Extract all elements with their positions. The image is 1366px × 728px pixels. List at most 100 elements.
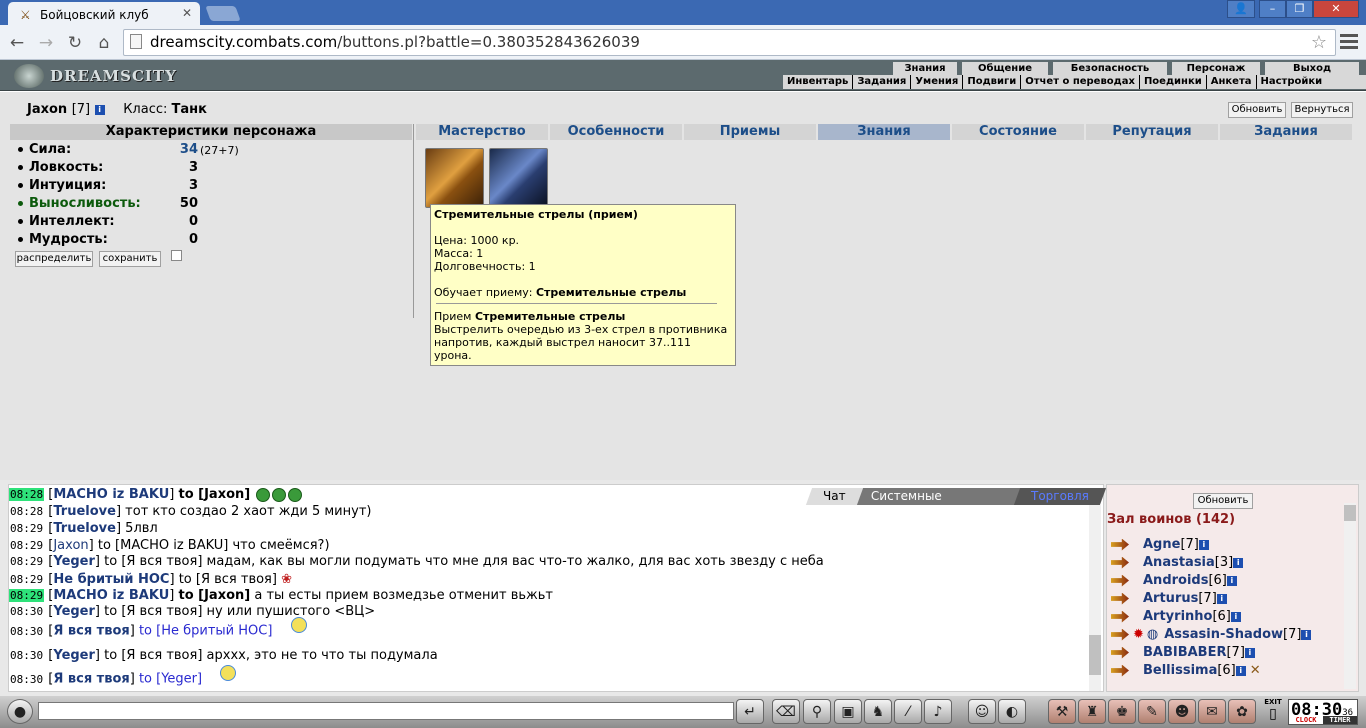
private-message-icon[interactable] xyxy=(1111,538,1129,551)
user-icon[interactable]: 👤 xyxy=(1227,0,1255,18)
mask-icon[interactable]: ☻ xyxy=(1168,699,1196,724)
private-message-icon[interactable] xyxy=(1111,592,1129,605)
tab-features[interactable]: Особенности xyxy=(548,124,682,140)
menu-communication[interactable]: Общение xyxy=(962,62,1048,75)
info-icon[interactable]: i xyxy=(1226,575,1237,586)
userlist-refresh-button[interactable]: Обновить xyxy=(1193,493,1253,509)
hammer-icon[interactable]: ⚒ xyxy=(1048,699,1076,724)
submenu-feats[interactable]: Подвиги xyxy=(963,75,1022,89)
chat-settings-icon[interactable]: ● xyxy=(7,699,33,724)
submenu-profile[interactable]: Анкета xyxy=(1207,75,1257,89)
browser-tab[interactable]: ⚔ Бойцовский клуб ✕ xyxy=(8,2,200,25)
submenu-skills[interactable]: Умения xyxy=(911,75,964,89)
character-name[interactable]: Jaxon xyxy=(27,102,67,117)
private-message-icon[interactable] xyxy=(1111,664,1129,677)
tab-reputation[interactable]: Репутация xyxy=(1084,124,1218,140)
info-icon[interactable]: i xyxy=(1244,647,1255,658)
info-icon[interactable]: i xyxy=(1216,593,1227,604)
tab-techniques[interactable]: Приемы xyxy=(682,124,816,140)
scroll-item-arrows[interactable] xyxy=(425,148,484,208)
menu-exit[interactable]: Выход xyxy=(1265,62,1359,75)
browser-menu-icon[interactable] xyxy=(1340,31,1358,52)
info-icon[interactable]: i xyxy=(1198,539,1209,550)
private-message-icon[interactable] xyxy=(1111,646,1129,659)
private-message-icon[interactable] xyxy=(1111,574,1129,587)
clear-icon[interactable]: ⌫ xyxy=(772,699,800,724)
chat-tab-trade[interactable]: Торговля xyxy=(1014,488,1107,505)
info-icon[interactable]: i xyxy=(1235,665,1246,676)
bookmark-star-icon[interactable]: ☆ xyxy=(1311,30,1327,55)
user-entry[interactable]: BABIBABER [7] i xyxy=(1111,645,1255,660)
address-bar[interactable]: dreamscity.combats.com/buttons.pl?battle… xyxy=(123,29,1336,56)
stats-checkbox[interactable] xyxy=(171,250,182,261)
private-message-icon[interactable] xyxy=(1111,556,1129,569)
walk-icon[interactable]: ♞ xyxy=(864,699,892,724)
chat-tab-system[interactable]: Системные сообщения xyxy=(856,488,1021,520)
chat-tab-chat[interactable]: Чат xyxy=(805,488,863,505)
submenu-settings[interactable]: Настройки xyxy=(1257,75,1327,89)
chat-log[interactable]: Чат Системные сообщения Торговля 08:28 [… xyxy=(8,484,1107,692)
distribute-button[interactable]: распределить xyxy=(15,251,93,267)
clan-icon[interactable]: ♚ xyxy=(1108,699,1136,724)
tooltip-skill-label: Прием xyxy=(434,310,472,323)
stat-agility: Ловкость: 3 xyxy=(18,160,198,175)
submenu-transfers[interactable]: Отчет о переводах xyxy=(1021,75,1140,89)
private-message-icon[interactable] xyxy=(1111,610,1129,623)
user-entry[interactable]: Bellissima [6] i ✕ xyxy=(1111,663,1261,678)
tab-state[interactable]: Состояние xyxy=(950,124,1084,140)
menu-character[interactable]: Персонаж xyxy=(1172,62,1260,75)
back-arrow-icon[interactable]: ← xyxy=(6,33,28,53)
home-icon[interactable]: ⌂ xyxy=(93,33,115,53)
user-entry[interactable]: Agne [7] i xyxy=(1111,537,1209,552)
user-entry[interactable]: Artyrinho [6] i xyxy=(1111,609,1241,624)
forward-arrow-icon[interactable]: → xyxy=(35,33,57,53)
smiles-icon[interactable]: ☺ xyxy=(968,699,996,724)
refresh-button[interactable]: Обновить xyxy=(1228,102,1286,118)
user-entry[interactable]: ✹ ◍ Assasin-Shadow [7] i xyxy=(1111,627,1312,642)
exit-button[interactable]: EXIT ▯ xyxy=(1262,698,1284,724)
main-panel: Jaxon [7] i Класс: Танк Обновить Вернуть… xyxy=(0,92,1366,480)
maximize-button[interactable]: ❐ xyxy=(1286,0,1313,18)
save-button[interactable]: сохранить xyxy=(99,251,161,267)
bag-icon[interactable]: ♜ xyxy=(1078,699,1106,724)
scroll-item-blue[interactable] xyxy=(489,148,548,208)
reload-icon[interactable]: ↻ xyxy=(64,33,86,53)
private-message-icon[interactable] xyxy=(1111,628,1129,641)
tab-close-icon[interactable]: ✕ xyxy=(182,6,192,20)
info-icon[interactable]: i xyxy=(1230,611,1241,622)
scroll-icon[interactable]: ✎ xyxy=(1138,699,1166,724)
user-entry[interactable]: Anastasia [3] i xyxy=(1111,555,1244,570)
tab-mastery[interactable]: Мастерство xyxy=(414,124,548,140)
filter-icon[interactable]: ⚲ xyxy=(803,699,831,724)
menu-knowledge[interactable]: Знания xyxy=(893,62,957,75)
save-log-icon[interactable]: ▣ xyxy=(834,699,862,724)
paw-icon[interactable]: ✿ xyxy=(1228,699,1256,724)
user-entry[interactable]: Arturus [7] i xyxy=(1111,591,1227,606)
clock-tab[interactable]: CLOCK xyxy=(1289,716,1323,724)
translit-icon[interactable]: ⁄ xyxy=(894,699,922,724)
chat-scrollbar[interactable] xyxy=(1089,505,1101,691)
tab-quests[interactable]: Задания xyxy=(1218,124,1352,140)
gift-icon[interactable]: ✉ xyxy=(1198,699,1226,724)
back-button[interactable]: Вернуться xyxy=(1291,102,1353,118)
user-entry[interactable]: Androids [6] i xyxy=(1111,573,1237,588)
door-icon: ▯ xyxy=(1269,706,1277,722)
info-icon[interactable]: i xyxy=(94,104,105,115)
tab-knowledge[interactable]: Знания xyxy=(816,124,950,140)
chat-tabs: Чат Системные сообщения Торговля xyxy=(805,488,1107,520)
userlist-scrollbar[interactable] xyxy=(1344,503,1356,689)
info-icon[interactable]: i xyxy=(1233,557,1244,568)
speaker-icon[interactable]: ◐ xyxy=(998,699,1026,724)
sound-icon[interactable]: ♪ xyxy=(924,699,952,724)
submenu-quests[interactable]: Задания xyxy=(853,75,912,89)
new-tab-button[interactable] xyxy=(205,6,241,21)
submenu-inventory[interactable]: Инвентарь xyxy=(783,75,854,89)
info-icon[interactable]: i xyxy=(1301,629,1312,640)
close-window-button[interactable]: ✕ xyxy=(1313,0,1359,18)
menu-security[interactable]: Безопасность xyxy=(1053,62,1167,75)
minimize-button[interactable]: – xyxy=(1259,0,1286,18)
submenu-fights[interactable]: Поединки xyxy=(1140,75,1207,89)
chat-input[interactable] xyxy=(38,702,734,720)
send-icon[interactable]: ↵ xyxy=(736,699,764,724)
timer-tab[interactable]: TIMER xyxy=(1323,716,1357,724)
